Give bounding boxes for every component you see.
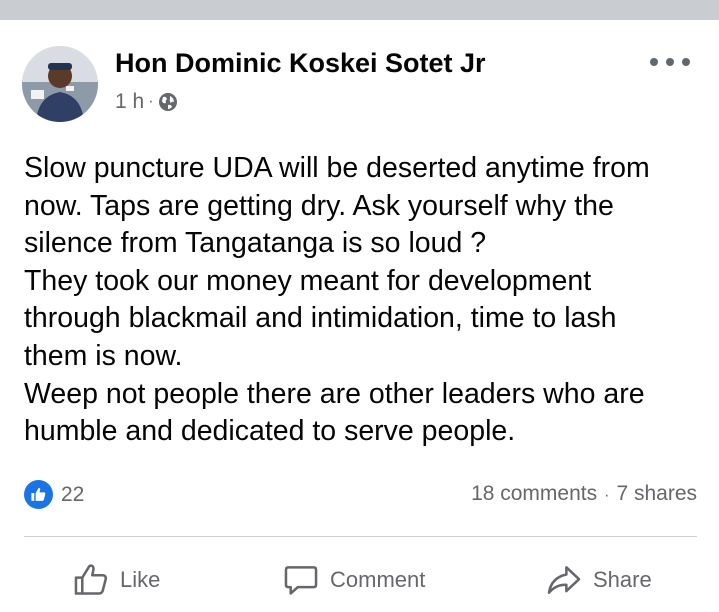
post-body-line: them is now.	[24, 339, 183, 372]
divider	[24, 536, 697, 537]
like-button-label: Like	[120, 567, 161, 592]
post-meta: 1 h ·	[115, 90, 178, 114]
more-dot	[666, 58, 674, 66]
post-body-line: humble and dedicated to serve people.	[24, 415, 516, 448]
meta-separator: ·	[148, 93, 154, 110]
post-body-line: Slow puncture UDA will be deserted anyti…	[24, 152, 650, 184]
author-name[interactable]: Hon Dominic Koskei Sotet Jr	[115, 48, 486, 79]
like-count: 22	[61, 482, 85, 506]
more-dot	[682, 58, 690, 66]
counts-separator: ·	[604, 487, 610, 504]
share-button-label: Share	[593, 567, 652, 592]
post-body-line: now. Taps are getting dry. Ask yourself …	[24, 189, 614, 222]
like-button[interactable]: Like	[72, 558, 160, 602]
comments-count[interactable]: 18 comments	[471, 482, 597, 505]
shares-count[interactable]: 7 shares	[616, 482, 697, 505]
engagement-counts: 18 comments · 7 shares	[471, 482, 697, 506]
thumbs-up-icon	[24, 480, 53, 509]
post-time[interactable]: 1 h	[115, 90, 144, 114]
comment-button-label: Comment	[330, 567, 426, 592]
share-arrow-icon	[547, 566, 581, 594]
thumbs-up-outline-icon	[74, 564, 108, 595]
comment-button[interactable]: Comment	[282, 558, 425, 602]
speech-bubble-icon	[284, 566, 318, 595]
globe-icon	[158, 92, 178, 112]
share-button[interactable]: Share	[545, 558, 652, 602]
post-body-line: silence from Tangatanga is so loud ?	[24, 227, 487, 260]
post-body-line: Weep not people there are other leaders …	[24, 377, 645, 410]
post-body-line: through blackmail and intimidation, time…	[24, 302, 617, 335]
more-options-icon[interactable]	[650, 52, 690, 72]
more-dot	[650, 58, 658, 66]
avatar[interactable]	[22, 46, 98, 122]
post-body: Slow puncture UDA will be deserted anyti…	[24, 150, 704, 451]
top-strip	[0, 0, 719, 20]
reaction-summary[interactable]: 22	[24, 480, 84, 509]
post-body-line: They took our money meant for developmen…	[24, 264, 592, 297]
